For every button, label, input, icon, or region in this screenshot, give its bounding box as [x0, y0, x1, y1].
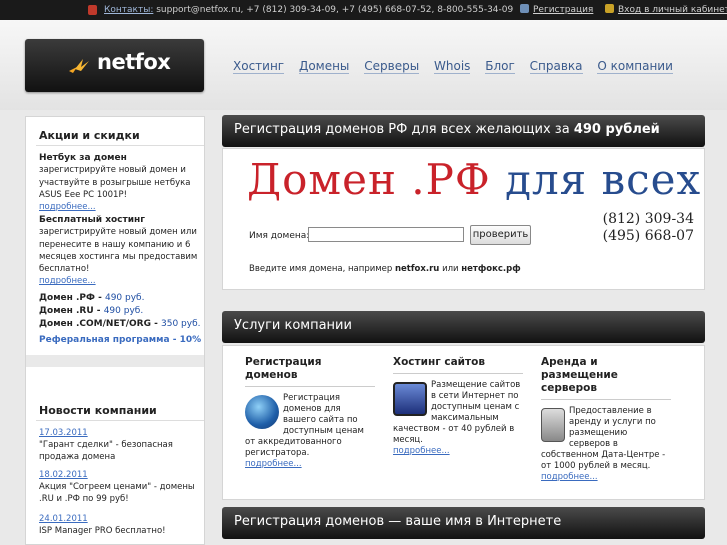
news-text: "Гарант сделки" - безопасная продажа дом…: [39, 440, 173, 462]
fox-logo-icon: [69, 59, 89, 73]
services-title: Услуги компании: [234, 318, 352, 333]
register-label[interactable]: Регистрация: [533, 5, 593, 15]
domain-panel-header: Регистрация доменов РФ для всех желающих…: [222, 115, 705, 147]
service-more-link[interactable]: подробнее...: [393, 446, 450, 456]
promo-text: зарегистрируйте новый домен или перенеси…: [39, 227, 198, 275]
promo-title: Нетбук за домен: [39, 153, 127, 163]
domain-panel-title: Регистрация доменов РФ для всех желающих…: [234, 122, 570, 137]
top-bar: Контакты: support@netfox.ru, +7 (812) 30…: [0, 0, 727, 20]
login-link[interactable]: Вход в личный кабинет: [605, 0, 727, 20]
news-heading: Новости компании: [39, 404, 157, 417]
service-more-link[interactable]: подробнее...: [245, 459, 302, 469]
domain-hint: Введите имя домена, например netfox.ru и…: [249, 264, 521, 274]
service-more-link[interactable]: подробнее...: [541, 472, 598, 482]
banner-phone: (812) 309-34: [602, 211, 694, 227]
promo-text: зарегистрируйте новый домен и участвуйте…: [39, 165, 191, 200]
price-link[interactable]: 490 руб.: [104, 306, 144, 316]
nav-help[interactable]: Справка: [529, 59, 583, 74]
price-list: Домен .РФ - 490 руб. Домен .RU - 490 руб…: [39, 292, 201, 331]
nav-domains[interactable]: Домены: [298, 59, 350, 74]
phone-icon: [88, 5, 97, 15]
divider: [36, 145, 204, 146]
referral-link[interactable]: Реферальная программа - 10%: [39, 335, 201, 345]
price-row: Домен .COM/NET/ORG - 350 руб.: [39, 318, 201, 331]
service-desc: Предоставление в аренду и услуги по разм…: [541, 406, 671, 483]
user-icon: [520, 4, 529, 13]
domain-panel-price: 490 рублей: [573, 122, 660, 137]
news-item: 24.01.2011 ISP Manager PRO бесплатно!: [39, 513, 201, 537]
main-nav: Хостинг Домены Серверы Whois Блог Справк…: [233, 59, 684, 74]
price-link[interactable]: 490 руб.: [105, 293, 145, 303]
sidebar: Акции и скидки Нетбук за домен зарегистр…: [25, 116, 205, 545]
news-item: 17.03.2011 "Гарант сделки" - безопасная …: [39, 427, 201, 463]
price-row: Домен .RU - 490 руб.: [39, 305, 201, 318]
price-row: Домен .РФ - 490 руб.: [39, 292, 201, 305]
news-text: Акция "Согреем ценами" - домены .RU и .Р…: [39, 482, 195, 504]
contacts-link[interactable]: Контакты:: [104, 5, 153, 15]
login-label[interactable]: Вход в личный кабинет: [618, 5, 727, 15]
contacts: Контакты: support@netfox.ru, +7 (812) 30…: [104, 0, 513, 20]
promo-more-link[interactable]: подробнее...: [39, 202, 96, 212]
nav-blog[interactable]: Блог: [485, 59, 515, 74]
bottom-panel-header: Регистрация доменов — ваше имя в Интерне…: [222, 507, 705, 539]
services-header: Услуги компании: [222, 311, 705, 343]
hint-prefix: Введите имя домена, например: [249, 264, 393, 274]
promo-heading: Акции и скидки: [39, 129, 140, 142]
service-title: Регистрация доменов: [245, 356, 375, 387]
news-date-link[interactable]: 17.03.2011: [39, 428, 88, 438]
register-link[interactable]: Регистрация: [520, 0, 593, 20]
banner-blue: для всех: [505, 155, 702, 204]
promo-free-hosting: Бесплатный хостинг зарегистрируйте новый…: [39, 214, 199, 288]
monitor-icon: [393, 382, 427, 416]
logo-text: netfox: [97, 50, 171, 74]
nav-hosting[interactable]: Хостинг: [233, 59, 285, 74]
globe-icon: [245, 395, 279, 429]
nav-servers[interactable]: Серверы: [364, 59, 420, 74]
divider: [26, 355, 204, 367]
service-desc: Размещение сайтов в сети Интернет по дос…: [393, 380, 523, 457]
server-icon: [541, 408, 565, 442]
bottom-panel-title: Регистрация доменов — ваше имя в Интерне…: [234, 514, 562, 529]
service-title: Аренда и размещение серверов: [541, 356, 671, 400]
domain-input[interactable]: [308, 227, 464, 242]
news-date-link[interactable]: 24.01.2011: [39, 514, 88, 524]
lock-icon: [605, 4, 614, 13]
logo[interactable]: netfox: [25, 39, 204, 92]
service-title: Хостинг сайтов: [393, 356, 523, 374]
header: netfox Хостинг Домены Серверы Whois Блог…: [0, 20, 727, 110]
divider: [36, 420, 204, 421]
service-hosting: Хостинг сайтов Размещение сайтов в сети …: [393, 356, 523, 457]
promo-more-link[interactable]: подробнее...: [39, 276, 96, 286]
service-domains: Регистрация доменов Регистрация доменов …: [245, 356, 375, 470]
nav-about[interactable]: О компании: [597, 59, 673, 74]
banner-slogan: Домен .РФ для всех: [247, 155, 701, 204]
hint-or: или: [442, 264, 459, 274]
hint-example: нетфокс.рф: [461, 264, 521, 274]
promo-title: Бесплатный хостинг: [39, 215, 145, 225]
nav-whois[interactable]: Whois: [434, 59, 471, 74]
news-text: ISP Manager PRO бесплатно!: [39, 526, 166, 536]
service-desc: Регистрация доменов для вашего сайта по …: [245, 393, 375, 470]
service-servers: Аренда и размещение серверов Предоставле…: [541, 356, 671, 483]
banner-phone: (495) 668-07: [602, 228, 694, 244]
check-button[interactable]: проверить: [470, 225, 531, 245]
promo-netbook: Нетбук за домен зарегистрируйте новый до…: [39, 152, 199, 213]
news-date-link[interactable]: 18.02.2011: [39, 470, 88, 480]
price-label: Домен .COM/NET/ORG -: [39, 319, 158, 329]
domain-search-box: Домен .РФ для всех (812) 309-34 (495) 66…: [222, 148, 705, 290]
news-item: 18.02.2011 Акция "Согреем ценами" - доме…: [39, 469, 201, 505]
contacts-value: support@netfox.ru, +7 (812) 309-34-09, +…: [156, 5, 514, 15]
banner-red: Домен .РФ: [247, 155, 506, 204]
domain-field-label: Имя домена:: [249, 231, 310, 241]
services-box: Регистрация доменов Регистрация доменов …: [222, 345, 705, 500]
price-label: Домен .RU -: [39, 306, 101, 316]
price-link[interactable]: 350 руб.: [161, 319, 201, 329]
price-label: Домен .РФ -: [39, 293, 102, 303]
hint-example: netfox.ru: [394, 264, 440, 274]
